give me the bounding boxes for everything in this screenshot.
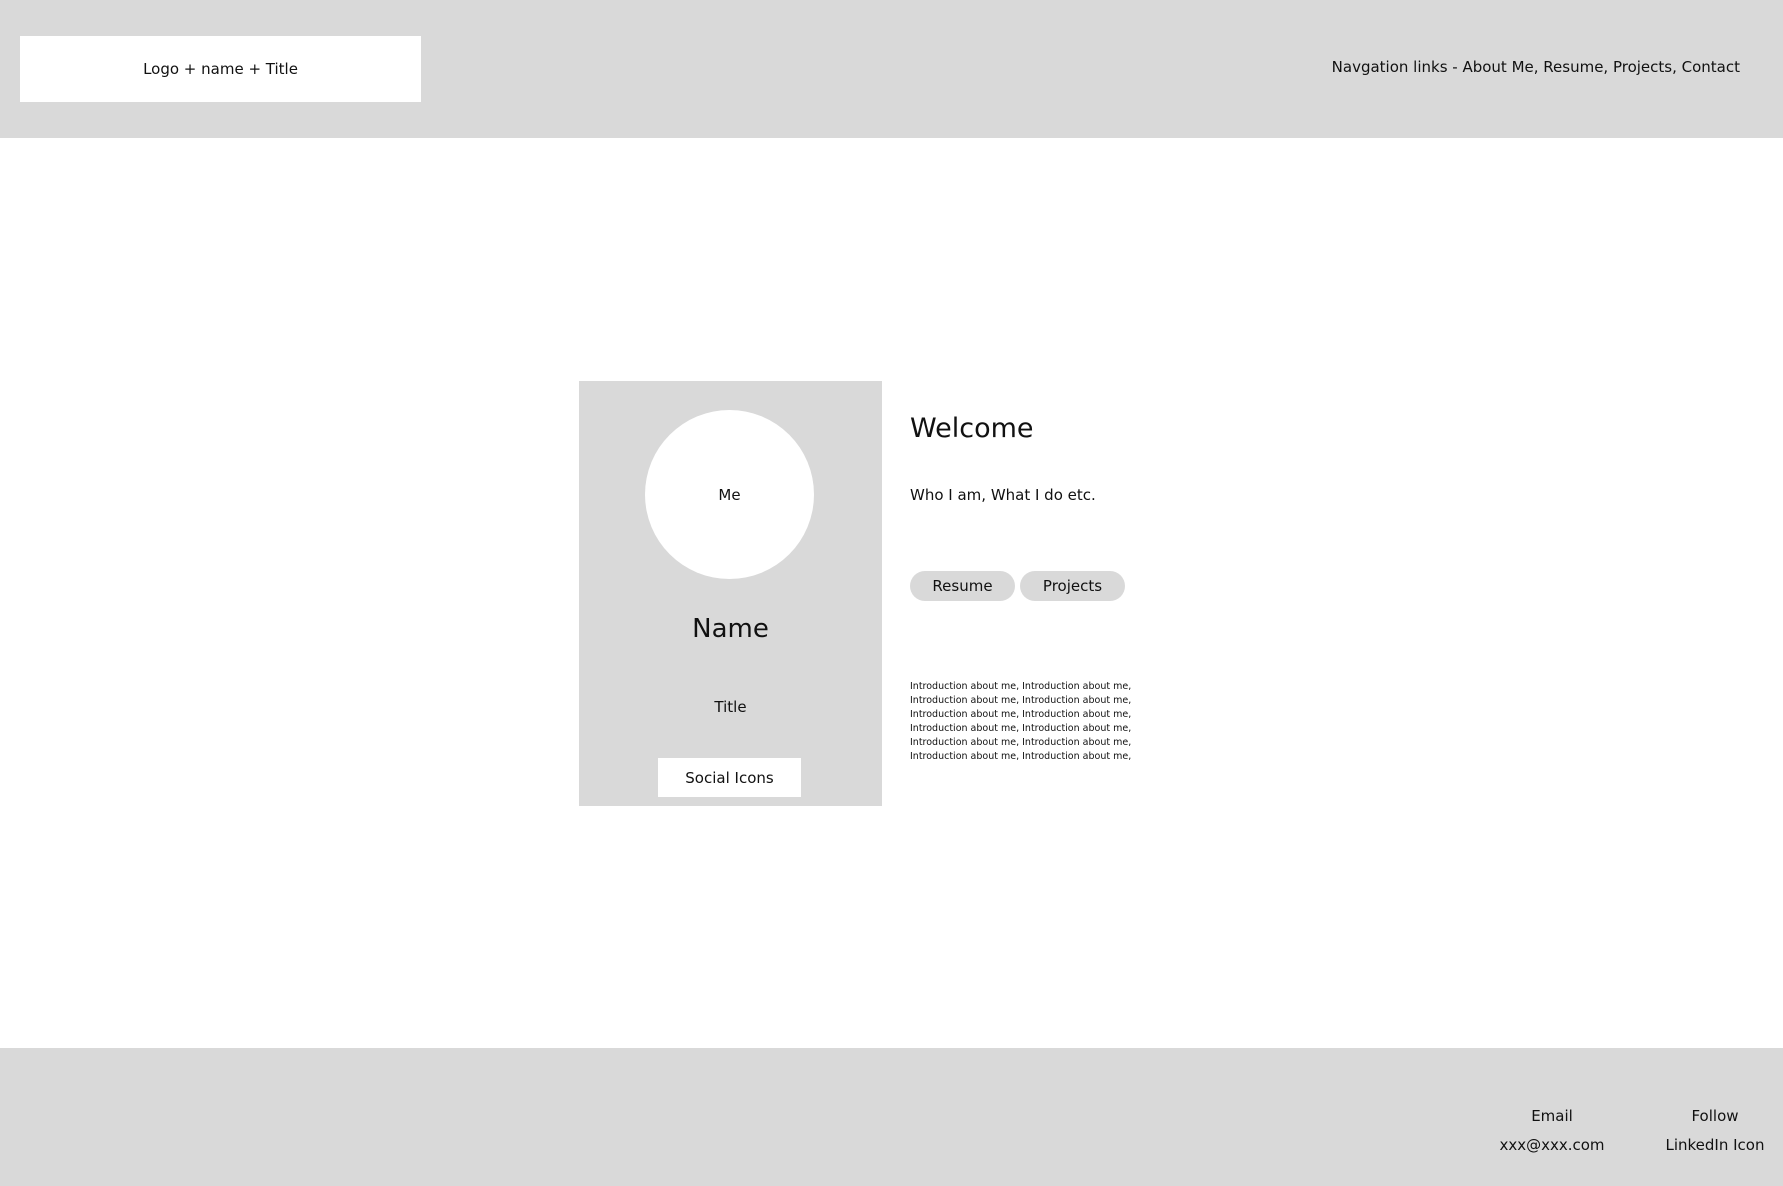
resume-button-label: Resume [932, 577, 993, 595]
navigation-links-text: Navgation links - About Me, Resume, Proj… [1331, 58, 1740, 76]
profile-title: Title [714, 698, 747, 716]
logo-text: Logo + name + Title [143, 60, 298, 78]
footer-email-label: Email [1531, 1107, 1573, 1125]
avatar-text: Me [718, 485, 741, 504]
site-header: Logo + name + Title Navgation links - Ab… [0, 0, 1783, 138]
site-footer: Email xxx@xxx.com Follow LinkedIn Icon [0, 1048, 1783, 1186]
resume-button[interactable]: Resume [910, 571, 1015, 601]
navigation-links[interactable]: Navgation links - About Me, Resume, Proj… [1332, 58, 1740, 76]
footer-email-column: Email xxx@xxx.com [1492, 1102, 1612, 1160]
linkedin-icon-placeholder[interactable]: LinkedIn Icon [1655, 1131, 1775, 1160]
projects-button[interactable]: Projects [1020, 571, 1125, 601]
social-icons-placeholder[interactable]: Social Icons [658, 758, 801, 797]
footer-follow-column: Follow LinkedIn Icon [1655, 1102, 1775, 1160]
profile-card: Me Name Title Social Icons [579, 381, 882, 806]
projects-button-label: Projects [1042, 577, 1103, 595]
footer-email-address[interactable]: xxx@xxx.com [1492, 1131, 1612, 1160]
introduction-paragraph: Introduction about me, Introduction abou… [910, 681, 1132, 762]
social-icons-text: Social Icons [685, 768, 774, 787]
footer-follow-label: Follow [1691, 1107, 1739, 1125]
profile-name: Name [692, 614, 769, 644]
tagline-text: Who I am, What I do etc. [910, 486, 1096, 504]
logo-placeholder[interactable]: Logo + name + Title [20, 36, 421, 102]
avatar: Me [645, 410, 814, 579]
welcome-heading: Welcome [910, 413, 1034, 444]
